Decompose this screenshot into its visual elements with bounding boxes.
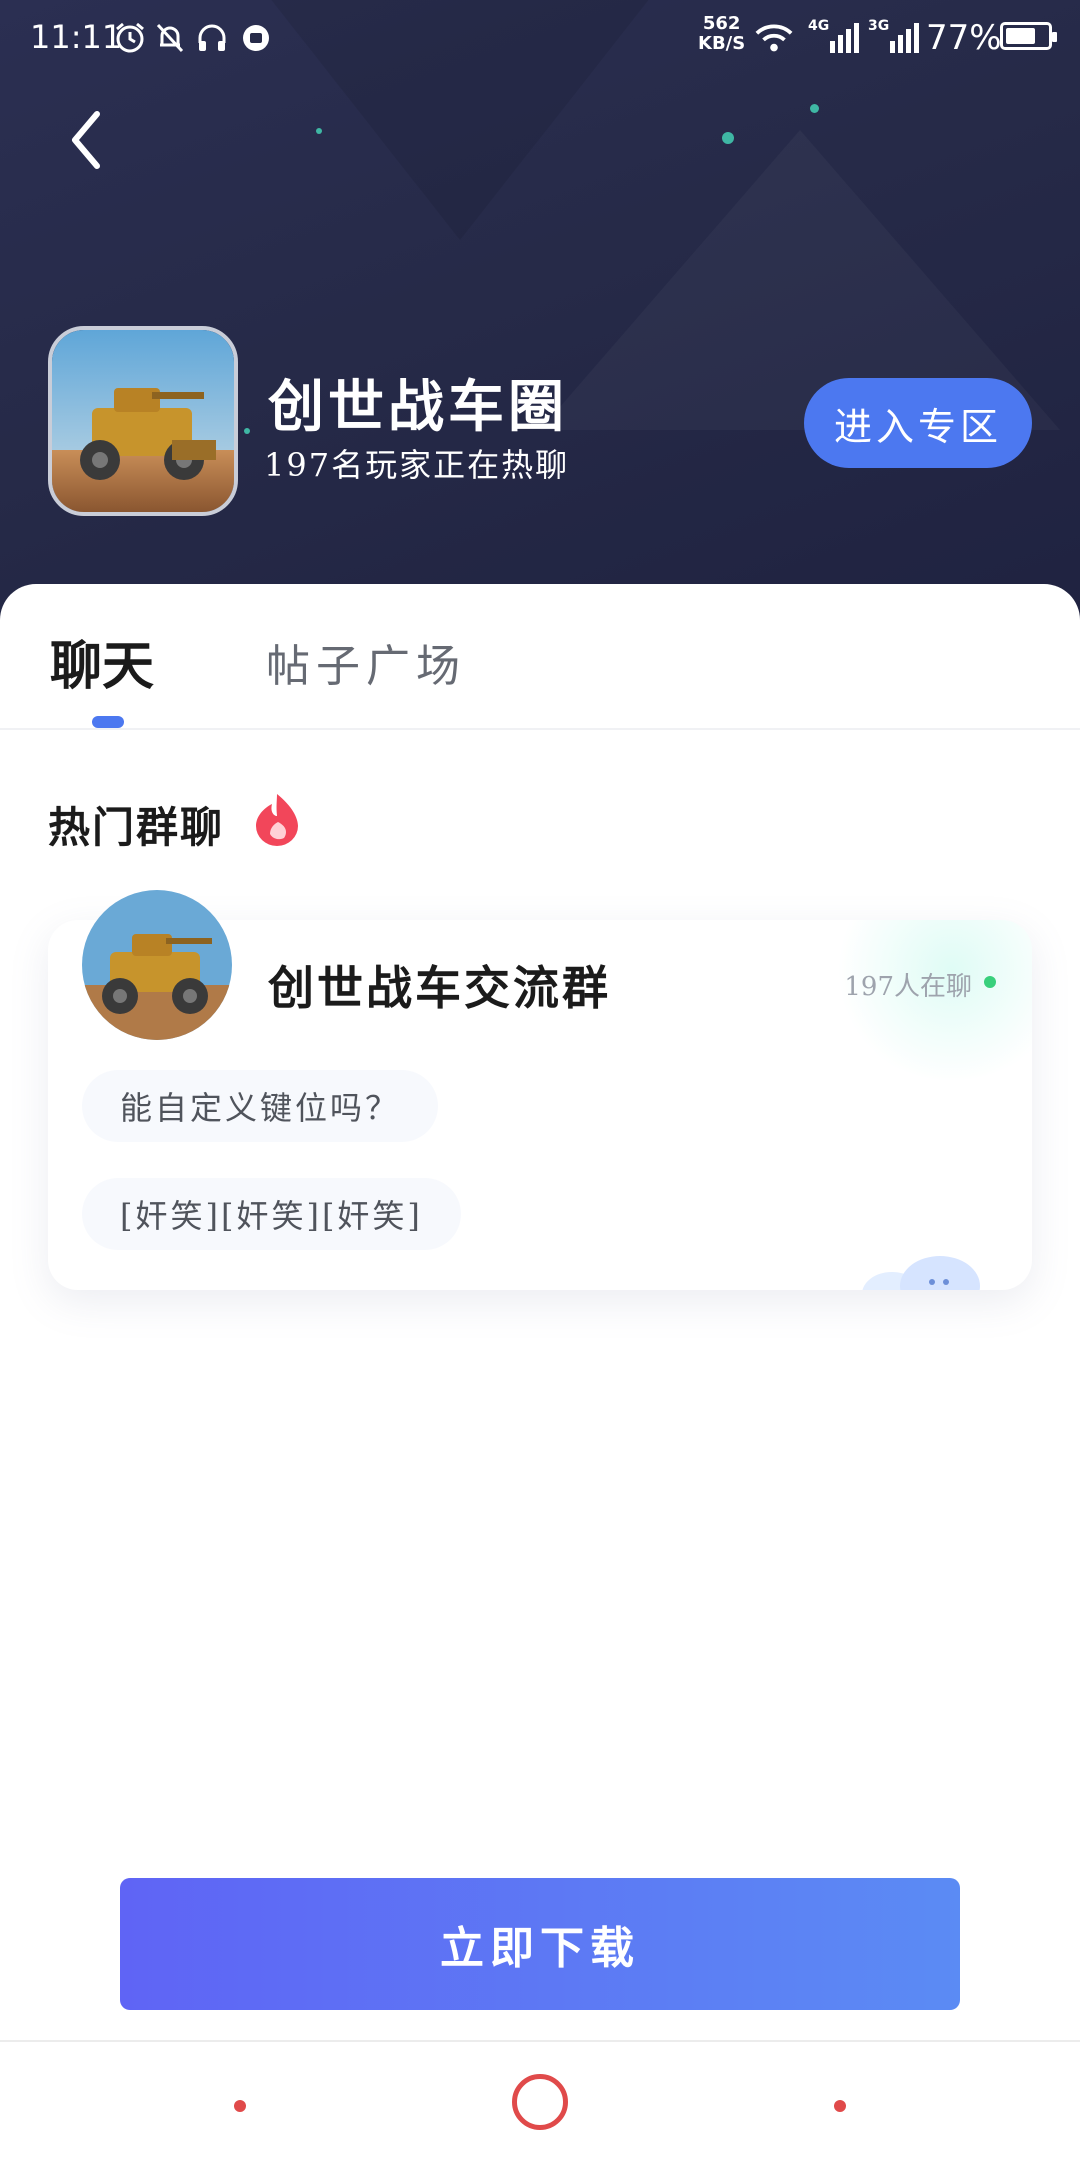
- battery-icon: [1000, 22, 1057, 50]
- sparkle-dot: [244, 428, 250, 434]
- chevron-left-icon: [72, 111, 100, 169]
- players-chatting-count: 197名玩家正在热聊: [264, 446, 570, 484]
- sparkle-dot: [722, 132, 734, 144]
- system-nav-bar: [0, 2040, 1080, 2162]
- network-type-label: 3G: [868, 18, 890, 34]
- content-sheet: 聊天 帖子广场 热门群聊 创世战车交流群 197人在聊 能自定义键位吗？ [奸笑…: [0, 584, 1080, 2040]
- bell-off-icon: [150, 18, 190, 58]
- nav-home-button[interactable]: [512, 2074, 568, 2130]
- headphones-icon: [192, 18, 232, 58]
- download-now-button[interactable]: 立即下载: [120, 1878, 960, 2010]
- enter-zone-button[interactable]: 进入专区: [804, 378, 1032, 468]
- sparkle-dot: [810, 104, 819, 113]
- network-speed-unit: KB/S: [698, 33, 746, 54]
- message-preview: [奸笑][奸笑][奸笑]: [82, 1178, 461, 1250]
- online-count: 197人在聊: [844, 972, 972, 1002]
- battery-cap: [1052, 32, 1057, 42]
- header-banner: [0, 0, 1080, 640]
- tab-chat[interactable]: 聊天: [50, 624, 154, 699]
- nav-recents-button[interactable]: [834, 2100, 846, 2112]
- back-button[interactable]: [50, 100, 120, 180]
- status-time: 11:11: [30, 18, 123, 56]
- game-icon: [48, 326, 238, 516]
- message-preview: 能自定义键位吗？: [82, 1070, 439, 1142]
- signal-icon: 3G: [866, 18, 922, 58]
- wifi-icon: [754, 18, 794, 58]
- fire-icon: [252, 792, 302, 846]
- battery-fill: [1006, 28, 1036, 44]
- group-avatar: [82, 890, 232, 1040]
- app-notification-icon: [236, 18, 276, 58]
- signal-icon: 4G: [806, 18, 862, 58]
- network-speed-value: 562: [702, 13, 741, 34]
- battery-percent: 77%: [926, 18, 1002, 58]
- network-speed: 562 KB/S: [698, 14, 745, 54]
- online-status-dot: [984, 976, 996, 988]
- section-title-hot-groups: 热门群聊: [48, 803, 225, 852]
- active-tab-indicator: [92, 716, 124, 728]
- network-type-label: 4G: [808, 18, 830, 34]
- chat-bubble-mascot-icon: [852, 1250, 982, 1290]
- tab-posts-square[interactable]: 帖子广场: [266, 630, 466, 694]
- group-name: 创世战车交流群: [268, 961, 611, 1015]
- status-bar: 11:11 562 KB/S 4G 3G 77%: [0, 0, 1080, 76]
- app-title: 创世战车圈: [268, 374, 568, 440]
- nav-back-button[interactable]: [234, 2100, 246, 2112]
- tab-divider: [0, 728, 1080, 730]
- alarm-icon: [110, 18, 150, 58]
- sparkle-dot: [316, 128, 322, 134]
